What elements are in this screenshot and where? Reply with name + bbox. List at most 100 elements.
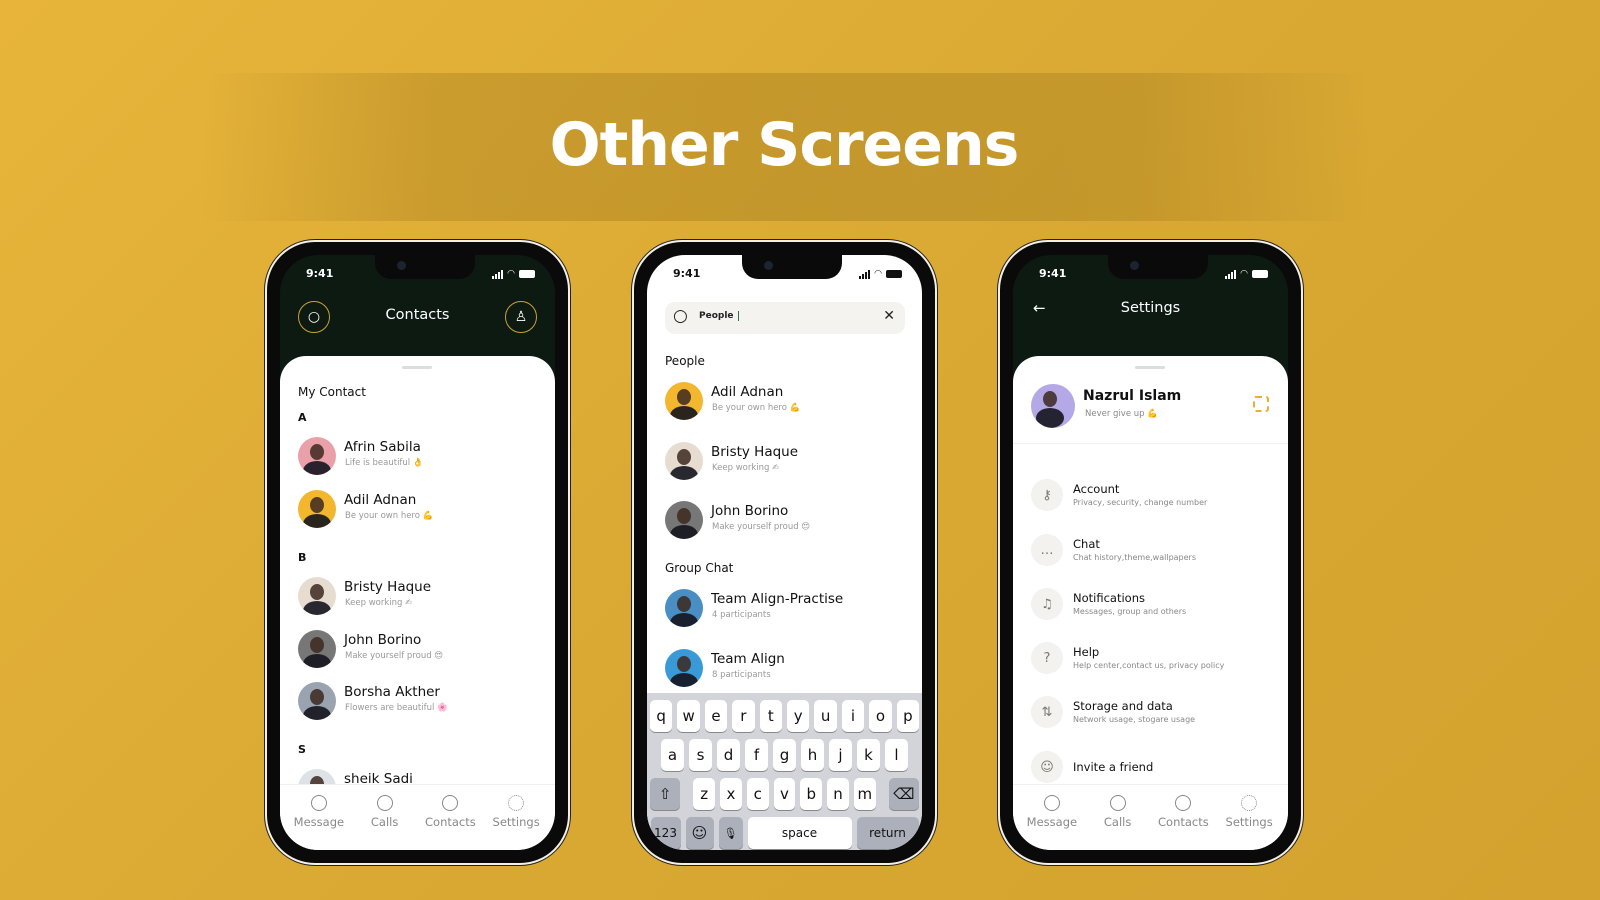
key-q[interactable]: q — [649, 700, 673, 732]
nav-message[interactable]: Message — [1020, 795, 1084, 850]
wifi-icon: ◠ — [507, 269, 515, 279]
settings-item-chat[interactable]: … Chat Chat history,theme,wallpapers — [1031, 534, 1278, 574]
avatar — [298, 682, 336, 720]
group-row[interactable]: Team Align 8 participants — [665, 649, 912, 689]
status-time: 9:41 — [306, 267, 334, 280]
nav-label: Calls — [370, 815, 399, 829]
key-m[interactable]: m — [853, 778, 876, 810]
shift-key[interactable]: ⇧ — [650, 778, 681, 810]
key-n[interactable]: n — [827, 778, 849, 810]
key-e[interactable]: e — [704, 700, 728, 732]
settings-item-storage-and-data[interactable]: ⇅ Storage and data Network usage, stogare … — [1031, 696, 1278, 736]
key-s[interactable]: s — [689, 739, 712, 771]
contact-row[interactable]: Afrin Sabila Life is beautiful 👌 — [298, 437, 545, 477]
key-d[interactable]: d — [717, 739, 740, 771]
person-row[interactable]: John Borino Make yourself proud 😍 — [665, 501, 912, 541]
key-icon: ⚷ — [1031, 479, 1063, 511]
drag-handle[interactable] — [402, 366, 432, 369]
key-f[interactable]: f — [745, 739, 768, 771]
person-row[interactable]: Bristy Haque Keep working ✍ — [665, 442, 912, 482]
search-bar[interactable]: ○ People ✕ — [665, 302, 905, 334]
signal-icon — [492, 269, 504, 279]
contact-status: Life is beautiful 👌 — [345, 458, 424, 468]
person-row[interactable]: Adil Adnan Be your own hero 💪 — [665, 382, 912, 422]
contacts-card: My Contact A Afrin Sabila Life is beautiful… — [280, 356, 555, 850]
return-key[interactable]: return — [856, 817, 919, 849]
key-row: asdfghjkl — [650, 739, 919, 771]
key-v[interactable]: v — [773, 778, 796, 810]
key-u[interactable]: u — [814, 700, 837, 732]
clear-icon[interactable]: ✕ — [883, 308, 895, 324]
qr-code-icon[interactable] — [1253, 396, 1269, 412]
contact-row[interactable]: Borsha Akther Flowers are beautiful 🌸 — [298, 682, 545, 722]
notch — [1108, 255, 1208, 279]
drag-handle[interactable] — [1135, 366, 1165, 369]
profile-status: Never give up 💪 — [1085, 409, 1158, 419]
key-a[interactable]: a — [661, 739, 684, 771]
key-b[interactable]: b — [800, 778, 823, 810]
contact-status: 8 participants — [712, 670, 771, 680]
avatar — [298, 577, 336, 615]
nav-settings[interactable]: Settings — [1217, 795, 1281, 850]
nav-settings[interactable]: Settings — [484, 795, 548, 850]
contact-row[interactable]: John Borino Make yourself proud 😍 — [298, 630, 545, 670]
key-r[interactable]: r — [732, 700, 755, 732]
key-y[interactable]: y — [787, 700, 810, 732]
nav-message[interactable]: Message — [287, 795, 351, 850]
avatar — [665, 649, 703, 687]
key-o[interactable]: o — [869, 700, 892, 732]
contact-name: Adil Adnan — [711, 384, 784, 400]
numbers-key[interactable]: 123 — [650, 817, 681, 849]
settings-item-subtitle: Chat history,theme,wallpapers — [1073, 553, 1197, 562]
key-z[interactable]: z — [693, 778, 716, 810]
search-screen: 9:41 ◠ ○ People ✕ People Adil Adnan Be your own… — [647, 255, 922, 850]
settings-item-notifications[interactable]: ♫ Notifications Messages, group and others — [1031, 588, 1278, 628]
avatar — [665, 501, 703, 539]
contact-name: Afrin Sabila — [344, 439, 421, 455]
key-c[interactable]: c — [746, 778, 769, 810]
key-l[interactable]: l — [885, 739, 908, 771]
avatar — [298, 437, 336, 475]
search-input[interactable]: People — [699, 311, 739, 321]
mic-key[interactable]: 🎙 — [718, 817, 743, 849]
nav-label: Settings — [1225, 815, 1273, 829]
backspace-key[interactable]: ⌫ — [888, 778, 919, 810]
contact-name: John Borino — [344, 632, 422, 648]
page-title: Other Screens — [549, 110, 1020, 180]
settings-item-subtitle: Privacy, security, change number — [1073, 498, 1208, 507]
nav-contacts[interactable]: Contacts — [1151, 795, 1215, 850]
group-row[interactable]: Team Align-Practise 4 participants — [665, 589, 912, 629]
space-key[interactable]: space — [747, 817, 852, 849]
settings-item-title: Invite a friend — [1073, 760, 1154, 774]
nav-calls[interactable]: Calls — [1086, 795, 1150, 850]
emoji-key[interactable]: ☺ — [685, 817, 714, 849]
avatar — [665, 382, 703, 420]
contact-name: Borsha Akther — [344, 684, 440, 700]
key-x[interactable]: x — [720, 778, 742, 810]
key-i[interactable]: i — [841, 700, 865, 732]
key-g[interactable]: g — [773, 739, 796, 771]
contact-row[interactable]: Adil Adnan Be your own hero 💪 — [298, 490, 545, 530]
add-contact-button[interactable]: ♙ — [505, 301, 537, 333]
keyboard: q w e r t y u i o p a s d f g h j k l ⇧ z x c v b n m ⌫ 123 ☺ 🎙 space re… — [647, 693, 922, 850]
key-w[interactable]: w — [677, 700, 700, 732]
nav-calls[interactable]: Calls — [353, 795, 417, 850]
contact-row[interactable]: Bristy Haque Keep working ✍ — [298, 577, 545, 617]
key-t[interactable]: t — [759, 700, 782, 732]
key-k[interactable]: k — [857, 739, 880, 771]
key-h[interactable]: h — [801, 739, 824, 771]
profile-row[interactable]: Nazrul Islam Never give up 💪 — [1031, 384, 1271, 430]
key-p[interactable]: p — [896, 700, 920, 732]
key-j[interactable]: j — [829, 739, 852, 771]
storage-icon: ⇅ — [1031, 696, 1063, 728]
wifi-icon: ◠ — [1240, 269, 1248, 279]
contact-status: Make yourself proud 😍 — [345, 651, 444, 661]
header-title: Settings — [1120, 300, 1181, 316]
contact-name: Bristy Haque — [344, 579, 432, 595]
signal-icon — [859, 269, 871, 279]
key-row: qwertyuiop — [649, 700, 920, 732]
settings-item-account[interactable]: ⚷ Account Privacy, security, change number — [1031, 479, 1278, 519]
nav-contacts[interactable]: Contacts — [418, 795, 482, 850]
wifi-icon: ◠ — [874, 269, 882, 279]
settings-item-help[interactable]: ? Help Help center,contact us, privacy pol… — [1031, 642, 1278, 682]
